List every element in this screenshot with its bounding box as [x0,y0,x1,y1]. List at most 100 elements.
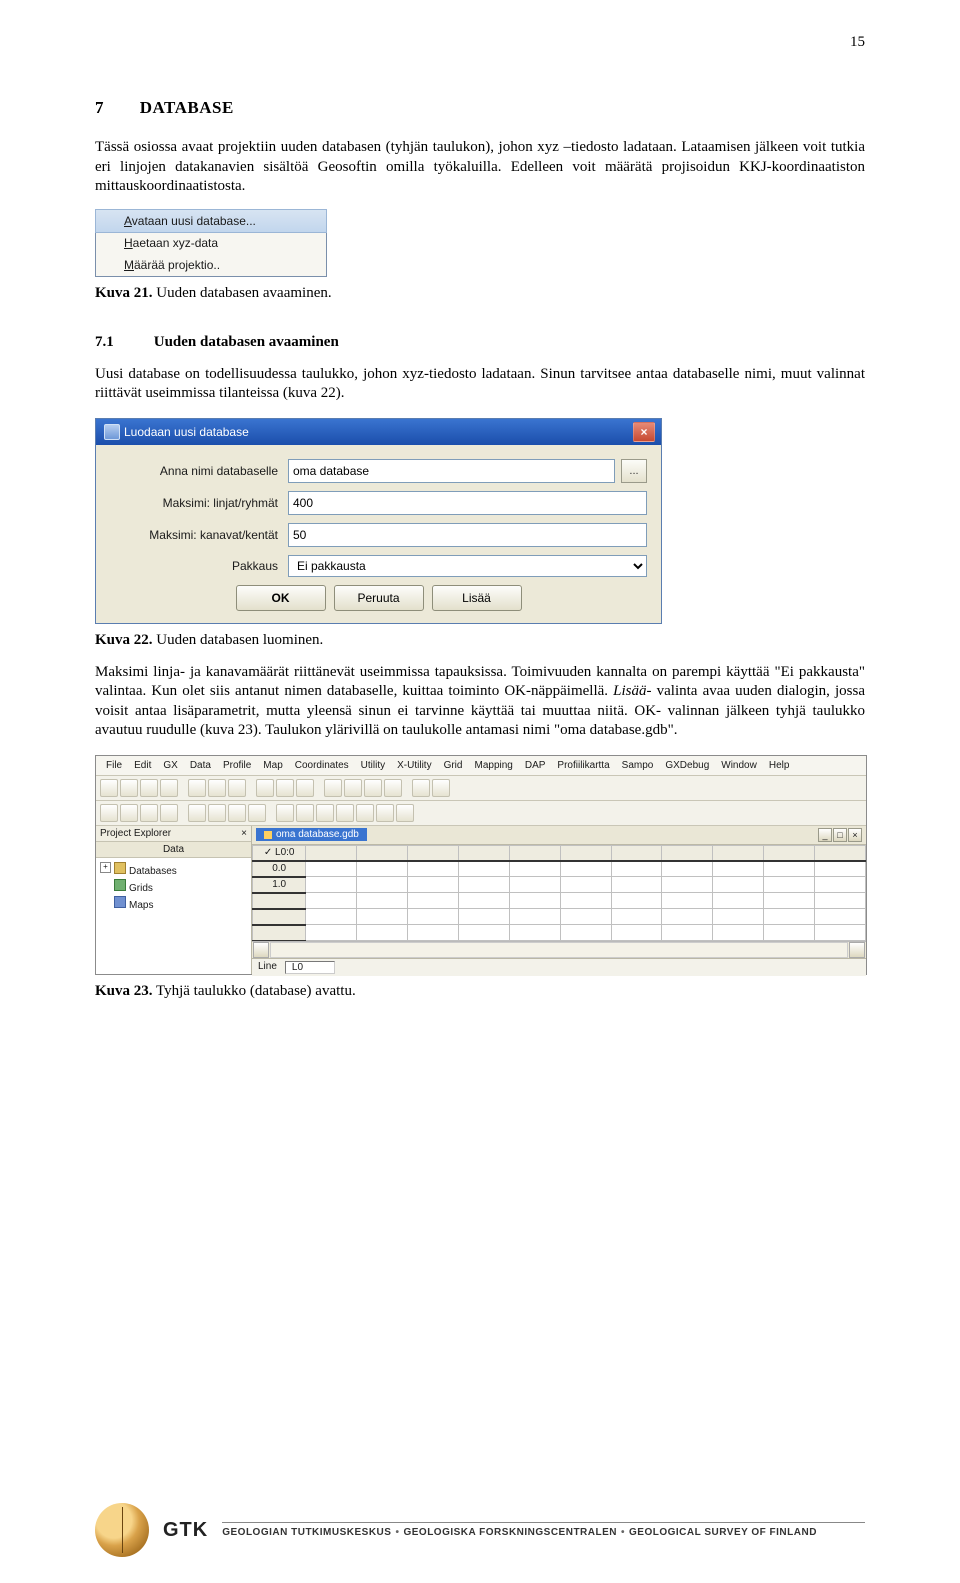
toolbar-icon[interactable] [396,804,414,822]
column-header[interactable] [458,845,509,861]
tree-node-databases[interactable]: + Databases [100,861,247,878]
row-header[interactable]: 1.0 [253,877,306,893]
scroll-left-icon[interactable] [253,942,269,958]
ok-button[interactable]: OK [236,585,326,611]
footer-org-text: GEOLOGIAN TUTKIMUSKESKUS•GEOLOGISKA FORS… [222,1522,865,1538]
toolbar-icon[interactable] [100,779,118,797]
toolbar-icon[interactable] [324,779,342,797]
minimize-icon[interactable]: _ [818,828,832,842]
menu-window[interactable]: Window [715,758,763,773]
column-header[interactable] [509,845,560,861]
row-header[interactable]: 0.0 [253,861,306,877]
scroll-right-icon[interactable] [849,942,865,958]
cancel-button[interactable]: Peruuta [334,585,424,611]
column-header[interactable] [408,845,459,861]
menu-mapping[interactable]: Mapping [468,758,518,773]
menu-data[interactable]: Data [184,758,217,773]
tree-expander-icon[interactable]: + [100,862,111,873]
toolbar-icon[interactable] [256,779,274,797]
menu-profiilikartta[interactable]: Profiilikartta [551,758,615,773]
menu-xutility[interactable]: X-Utility [391,758,437,773]
column-header[interactable] [662,845,713,861]
menu-help[interactable]: Help [763,758,796,773]
project-explorer-tab-data[interactable]: Data [96,842,251,858]
maximize-icon[interactable]: □ [833,828,847,842]
column-header[interactable] [815,845,866,861]
toolbar-icon[interactable] [376,804,394,822]
toolbar-icon[interactable] [160,804,178,822]
sheet-corner-cell[interactable]: ✓ L0:0 [253,845,306,861]
toolbar-icon[interactable] [208,779,226,797]
toolbar-icon[interactable] [276,779,294,797]
browse-button[interactable]: ... [621,459,647,483]
toolbar-icon[interactable] [336,804,354,822]
toolbar-icon[interactable] [432,779,450,797]
menu-map[interactable]: Map [257,758,288,773]
toolbar-icon[interactable] [120,779,138,797]
toolbar-icon[interactable] [140,779,158,797]
menu-edit[interactable]: Edit [128,758,157,773]
toolbar-icon[interactable] [344,779,362,797]
toolbar-icon[interactable] [248,804,266,822]
menu-profile[interactable]: Profile [217,758,257,773]
scroll-track[interactable] [270,942,848,958]
toolbar-icon[interactable] [160,779,178,797]
menu-coordinates[interactable]: Coordinates [289,758,355,773]
menu-file[interactable]: File [100,758,128,773]
row-header[interactable] [253,925,306,941]
tree-node-maps[interactable]: Maps [100,895,247,912]
column-header[interactable] [357,845,408,861]
column-header[interactable] [560,845,611,861]
menu-item-set-projection[interactable]: Määrää projektio.. [96,254,326,276]
toolbar-icon[interactable] [364,779,382,797]
menu-gx[interactable]: GX [157,758,183,773]
footer-text-sv: GEOLOGISKA FORSKNINGSCENTRALEN [403,1527,617,1538]
menu-dap[interactable]: DAP [519,758,552,773]
toolbar-icon[interactable] [412,779,430,797]
toolbar-icon[interactable] [296,804,314,822]
database-tab[interactable]: oma database.gdb [256,828,367,841]
column-header[interactable] [713,845,764,861]
menu-item-open-new-database[interactable]: Avataan uusi database... [95,209,327,233]
input-max-lines[interactable] [288,491,647,515]
toolbar-icon[interactable] [228,804,246,822]
more-button[interactable]: Lisää [432,585,522,611]
toolbar-icon[interactable] [140,804,158,822]
horizontal-scrollbar[interactable] [252,941,866,958]
menu-sampo[interactable]: Sampo [616,758,660,773]
panel-close-icon[interactable]: × [241,828,247,839]
spreadsheet-area[interactable]: ✓ L0:0 0.0 1.0 [252,845,866,958]
toolbar-icon[interactable] [188,804,206,822]
input-max-channels[interactable] [288,523,647,547]
menu-item-fetch-xyz[interactable]: Haetaan xyz-data [96,232,326,254]
close-icon[interactable]: × [633,422,655,442]
input-db-name[interactable] [288,459,615,483]
column-header[interactable] [611,845,662,861]
menuitem-1-underline: A [124,214,132,228]
toolbar-icon[interactable] [228,779,246,797]
toolbar-icon[interactable] [120,804,138,822]
figure-23-app-window: File Edit GX Data Profile Map Coordinate… [95,755,867,975]
toolbar-icon[interactable] [276,804,294,822]
dialog-titlebar[interactable]: Luodaan uusi database × [96,419,661,445]
select-packing[interactable]: Ei pakkausta [288,555,647,577]
column-header[interactable] [306,845,357,861]
menu-grid[interactable]: Grid [438,758,469,773]
toolbar-icon[interactable] [100,804,118,822]
toolbar-icon[interactable] [356,804,374,822]
toolbar-icon[interactable] [208,804,226,822]
tree-node-grids[interactable]: Grids [100,878,247,895]
toolbar-icon[interactable] [316,804,334,822]
column-header[interactable] [764,845,815,861]
close-icon[interactable]: × [848,828,862,842]
toolbar-icon[interactable] [296,779,314,797]
status-line-editor[interactable]: L0 [285,961,335,974]
toolbar-icon[interactable] [188,779,206,797]
app-menubar: File Edit GX Data Profile Map Coordinate… [96,756,866,776]
menu-utility[interactable]: Utility [355,758,391,773]
menu-gxdebug[interactable]: GXDebug [659,758,715,773]
row-header[interactable] [253,909,306,925]
row-header[interactable] [253,893,306,909]
toolbar-icon[interactable] [384,779,402,797]
database-cube-icon [264,831,272,839]
